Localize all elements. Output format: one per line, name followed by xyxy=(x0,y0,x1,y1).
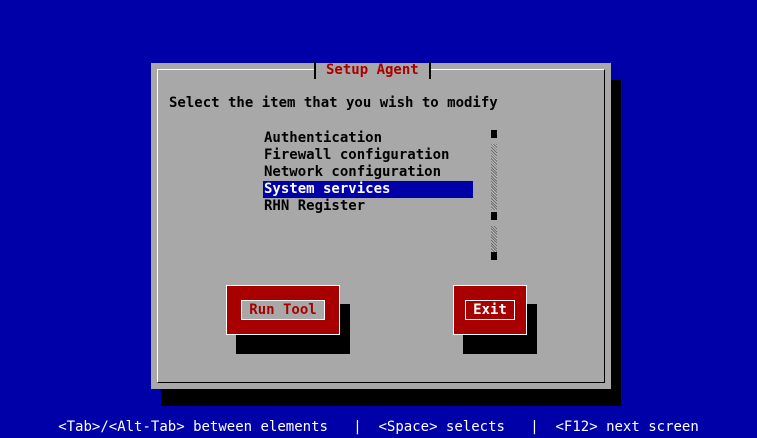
scrollbar-track-upper[interactable] xyxy=(491,144,497,210)
dialog-title-bar: Setup Agent xyxy=(314,61,431,79)
scrollbar-thumb[interactable] xyxy=(491,212,497,220)
title-right-bracket xyxy=(428,61,431,79)
exit-button-label: Exit xyxy=(465,300,515,320)
list-item-system-services[interactable]: System services xyxy=(263,181,473,198)
setup-agent-dialog: Setup Agent Select the item that you wis… xyxy=(151,61,611,389)
dialog-border xyxy=(157,69,605,383)
run-tool-button-label: Run Tool xyxy=(241,300,325,320)
dialog-prompt: Select the item that you wish to modify xyxy=(169,95,498,111)
scrollbar-track-lower[interactable] xyxy=(491,226,497,252)
exit-button[interactable]: Exit xyxy=(453,285,527,335)
keyboard-help-status-bar: <Tab>/<Alt-Tab> between elements | <Spac… xyxy=(58,419,699,435)
list-scrollbar[interactable] xyxy=(491,130,497,260)
setup-items-listbox[interactable]: Authentication Firewall configuration Ne… xyxy=(263,130,473,215)
run-tool-button[interactable]: Run Tool xyxy=(226,285,340,335)
scroll-up-arrow-icon[interactable] xyxy=(491,130,497,138)
scroll-down-arrow-icon[interactable] xyxy=(491,252,497,260)
list-item-rhn-register[interactable]: RHN Register xyxy=(263,198,473,215)
list-item-authentication[interactable]: Authentication xyxy=(263,130,473,147)
list-item-network-configuration[interactable]: Network configuration xyxy=(263,164,473,181)
list-item-firewall-configuration[interactable]: Firewall configuration xyxy=(263,147,473,164)
text-mode-screen: Setup Agent Select the item that you wis… xyxy=(0,0,757,438)
dialog-title: Setup Agent xyxy=(326,62,419,78)
